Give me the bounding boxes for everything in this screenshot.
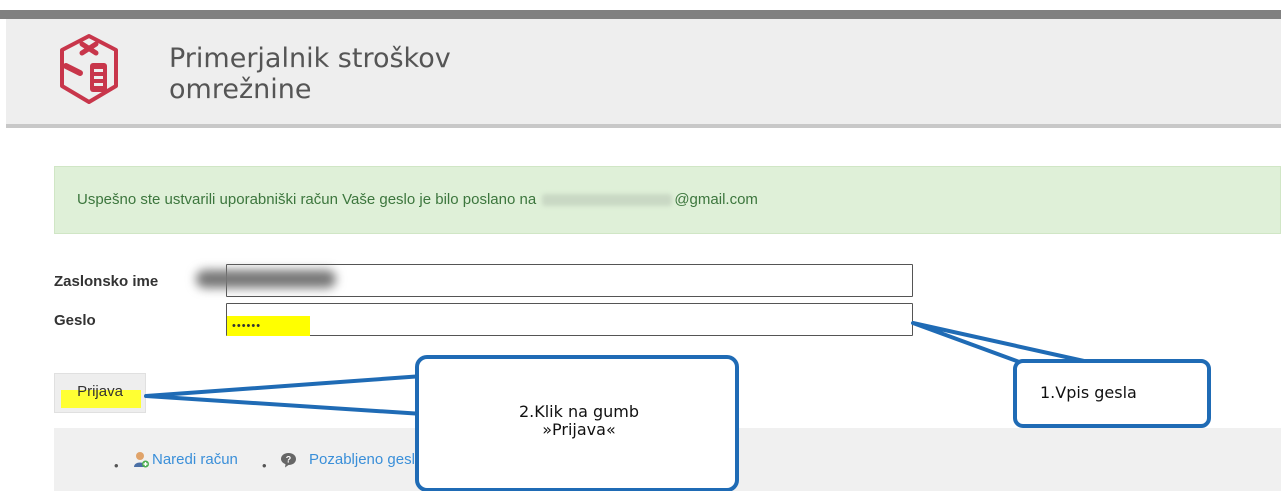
forgot-password-link[interactable]: Pozabljeno geslo xyxy=(309,451,423,468)
header: Primerjalnik stroškov omrežnine xyxy=(6,19,1281,128)
callout-2-pointer xyxy=(144,374,425,416)
callout-step1-text: 1.Vpis gesla xyxy=(1040,383,1137,402)
success-alert: Uspešno ste ustvarili uporabniški račun … xyxy=(54,166,1281,234)
password-value: •••••• xyxy=(232,320,262,332)
login-button-label[interactable]: Prijava xyxy=(54,383,146,400)
callout-step2-line1: 2.Klik na gumb xyxy=(518,402,640,421)
callout-step2-text: 2.Klik na gumb »Prijava« xyxy=(469,403,689,439)
bullet: • xyxy=(262,458,267,473)
redacted-email xyxy=(542,194,673,207)
top-bar xyxy=(0,10,1281,19)
alert-email-domain: @gmail.com xyxy=(674,191,758,208)
question-bubble-icon[interactable]: ? xyxy=(280,452,297,468)
bullet: • xyxy=(114,458,119,473)
app-title: Primerjalnik stroškov omrežnine xyxy=(169,43,451,105)
app-title-line2: omrežnine xyxy=(169,74,312,105)
alert-message-text: Uspešno ste ustvarili uporabniški račun … xyxy=(77,191,537,208)
logo-icon xyxy=(60,34,118,104)
alert-message: Uspešno ste ustvarili uporabniški račun … xyxy=(77,191,758,208)
username-label: Zaslonsko ime xyxy=(54,273,159,290)
callout-1-pointer xyxy=(911,321,1095,365)
password-label: Geslo xyxy=(54,312,96,329)
svg-text:?: ? xyxy=(286,455,292,465)
password-input[interactable] xyxy=(226,303,913,336)
app-title-line1: Primerjalnik stroškov xyxy=(169,43,451,74)
redacted-username xyxy=(196,270,336,288)
create-account-link[interactable]: Naredi račun xyxy=(152,451,238,468)
add-user-icon[interactable] xyxy=(133,451,149,468)
callout-step2-line2: »Prijava« xyxy=(542,420,616,439)
